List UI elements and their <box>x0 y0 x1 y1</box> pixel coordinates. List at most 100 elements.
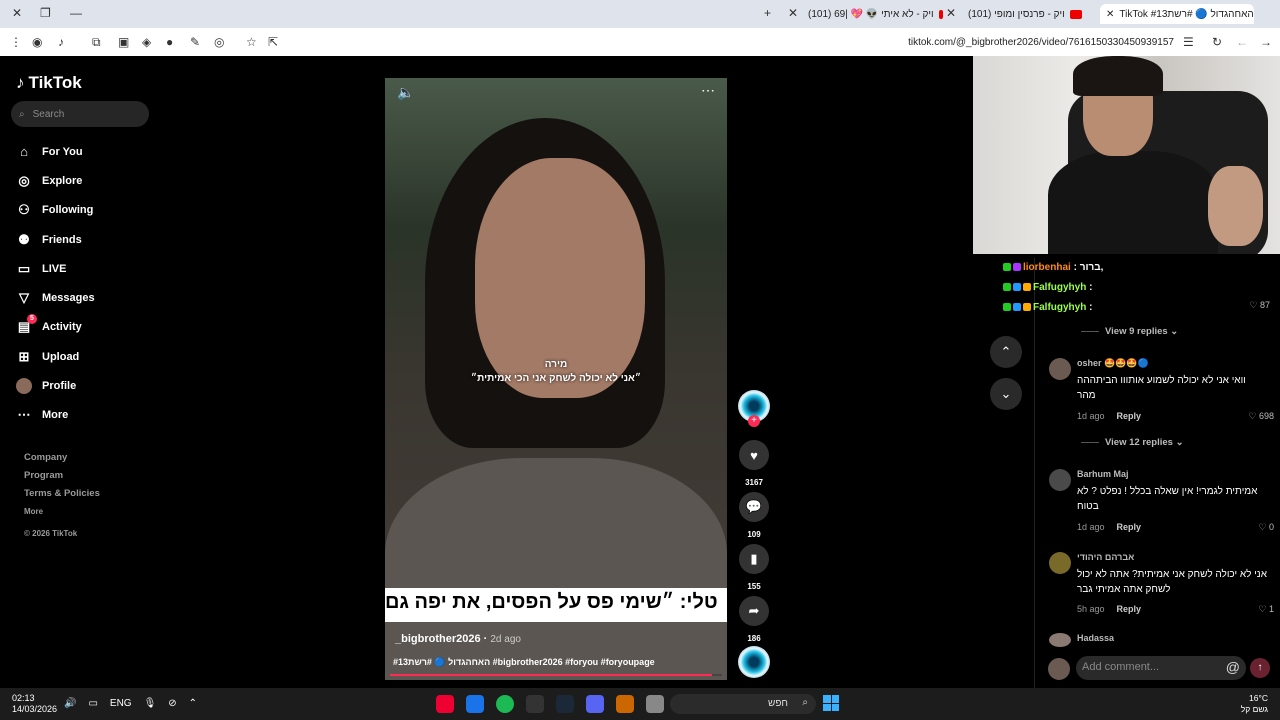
spotify-icon[interactable] <box>496 695 514 713</box>
mention-icon[interactable]: @ <box>1226 659 1240 675</box>
system-clock[interactable]: 02:13 14/03/2026 <box>12 693 57 715</box>
extension-icon[interactable]: ◈ <box>142 35 151 49</box>
extension-icon[interactable]: ✎ <box>190 35 200 49</box>
sidebar-item-messages[interactable]: ▽ Messages <box>16 283 95 312</box>
steam-icon[interactable] <box>556 695 574 713</box>
top-comment-like[interactable]: ♡ 87 <box>1249 300 1270 311</box>
tab-close-icon[interactable]: ✕ <box>788 6 798 20</box>
comment-user[interactable]: Barhum Maj <box>1077 469 1129 479</box>
reply-button[interactable]: Reply <box>1117 522 1142 532</box>
footer-link-more[interactable]: More <box>24 503 100 521</box>
video-author[interactable]: _bigbrother2026 · 2d ago <box>395 633 521 645</box>
sidebar-item-for-you[interactable]: ⌂ For You <box>16 137 95 166</box>
sidebar-item-more[interactable]: ⋯ More <box>16 401 95 430</box>
footer-link-company[interactable]: Company <box>24 449 100 467</box>
more-options-icon[interactable]: ⋯ <box>701 82 715 99</box>
next-video-button[interactable]: ⌄ <box>990 378 1022 410</box>
sidebar-item-live[interactable]: ▭ LIVE <box>16 254 95 283</box>
tiktok-logo[interactable]: ♪ TikTok <box>16 73 82 93</box>
comment-user[interactable]: osher 🤩🤩🤩🔵 <box>1077 358 1149 369</box>
comment-user[interactable]: אברהם היהודי <box>1077 552 1134 562</box>
back-icon[interactable]: → <box>1260 35 1272 49</box>
nav-label: For You <box>42 145 83 158</box>
post-comment-button[interactable]: ↑ <box>1250 658 1270 678</box>
search-input[interactable]: ⌕ Search <box>11 101 149 127</box>
volume-icon[interactable]: 🔈 <box>397 84 414 101</box>
share-page-icon[interactable]: ⇱ <box>268 35 278 49</box>
chrome-icon[interactable] <box>466 695 484 713</box>
file-explorer-icon[interactable] <box>646 695 664 713</box>
view-replies-button[interactable]: View 12 replies ⌄ <box>1081 437 1184 448</box>
network-icon[interactable]: ▭ <box>88 698 97 709</box>
language-indicator[interactable]: ENG <box>110 698 132 709</box>
wifi-off-icon[interactable]: ⊘ <box>168 698 176 709</box>
reply-button[interactable]: Reply <box>1117 411 1142 421</box>
extension-icon[interactable]: ♪ <box>58 35 64 49</box>
music-disc-icon <box>738 646 770 678</box>
tab-close-icon[interactable]: ✕ <box>946 6 956 20</box>
previous-video-button[interactable]: ⌃ <box>990 336 1022 368</box>
terminal-icon[interactable] <box>526 695 544 713</box>
taskbar-search[interactable]: חפש ⌕ <box>670 694 816 714</box>
weather-widget[interactable]: 16°C גשם קל <box>1241 693 1268 715</box>
sidebar-item-explore[interactable]: ◎ Explore <box>16 166 95 195</box>
footer-link-terms[interactable]: Terms & Policies <box>24 485 100 503</box>
comment-like[interactable]: ♡ 0 <box>1258 522 1274 533</box>
avatar[interactable] <box>1049 633 1071 647</box>
avatar[interactable] <box>1049 552 1071 574</box>
discord-icon[interactable] <box>586 695 604 713</box>
comment-button[interactable]: 💬 109 <box>738 492 770 539</box>
windows-start-icon[interactable] <box>823 695 839 711</box>
forward-icon[interactable]: ← <box>1236 35 1248 49</box>
extension-icon[interactable]: ● <box>166 35 173 49</box>
chat-user: Falfugyhyh <box>1033 302 1087 313</box>
comment-user[interactable]: Hadassa <box>1077 633 1114 643</box>
page-settings-icon[interactable]: ☰ <box>1183 35 1194 49</box>
app-icon[interactable] <box>436 695 454 713</box>
new-tab-icon[interactable]: + <box>764 6 771 20</box>
chevron-up-icon[interactable]: ⌃ <box>189 698 197 709</box>
comment-like[interactable]: ♡ 1 <box>1258 604 1274 615</box>
tab-tiktok[interactable]: ✕ TikTok #האחהגדול 🔵 #רשת13 <box>1100 4 1254 24</box>
creator-avatar[interactable]: + <box>738 390 770 427</box>
video-player[interactable]: 🔈 ⋯ מירה ״אני לא יכולה לשחק אני הכי אמית… <box>385 78 727 680</box>
microphone-icon[interactable]: 🎙 <box>144 698 157 709</box>
menu-dots-icon[interactable]: ⋮ <box>10 35 22 49</box>
comment-like[interactable]: ♡ 698 <box>1248 411 1274 422</box>
bookmark-star-icon[interactable]: ☆ <box>246 35 257 49</box>
video-hashtags[interactable]: #האחהגדול 🔵 #רשת13 #bigbrother2026 #fory… <box>393 657 655 668</box>
extension-icon[interactable]: ▣ <box>118 35 129 49</box>
close-window-icon[interactable]: ✕ <box>12 6 22 20</box>
minimize-window-icon[interactable]: — <box>70 6 82 20</box>
avatar[interactable] <box>1049 358 1071 380</box>
save-button[interactable]: ▮ 155 <box>738 544 770 591</box>
sidebar-item-profile[interactable]: Profile <box>16 371 95 400</box>
sidebar-item-upload[interactable]: ⊞ Upload <box>16 342 95 371</box>
like-button[interactable]: ♥ 3167 <box>738 440 770 487</box>
tab-youtube-2[interactable]: (101) ויק - פרנסין ומופי <box>968 4 1093 24</box>
avatar[interactable] <box>1049 469 1071 491</box>
footer-link-program[interactable]: Program <box>24 467 100 485</box>
sound-disc[interactable] <box>738 646 770 678</box>
comments-panel: ♡ 87 View 9 replies ⌄ osher 🤩🤩🤩🔵 וואי אנ… <box>1034 258 1280 688</box>
author-name[interactable]: _bigbrother2026 <box>395 633 481 645</box>
url-field[interactable]: tiktok.com/@_bigbrother2026/video/761615… <box>908 37 1174 48</box>
tab-youtube-1[interactable]: (101) ויק - לא איתי 👽 💖 |69 <box>808 4 943 24</box>
video-progress-bar[interactable] <box>390 674 722 676</box>
view-replies-button[interactable]: View 9 replies ⌄ <box>1081 326 1178 337</box>
sidebar-item-friends[interactable]: ⚉ Friends <box>16 225 95 254</box>
tab-close-icon[interactable]: ✕ <box>1106 9 1114 20</box>
reply-button[interactable]: Reply <box>1117 604 1142 614</box>
extension-icon[interactable]: ◉ <box>32 35 42 49</box>
add-comment-input[interactable]: Add comment... @ <box>1076 656 1246 680</box>
follow-plus-icon[interactable]: + <box>748 415 760 427</box>
sidebar-item-following[interactable]: ⚇ Following <box>16 196 95 225</box>
volume-icon[interactable]: 🔊 <box>64 698 76 709</box>
restore-window-icon[interactable]: ❐ <box>40 6 51 20</box>
share-button[interactable]: ➦ 186 <box>738 596 770 643</box>
reload-icon[interactable]: ↻ <box>1212 35 1222 49</box>
extension-icon[interactable]: ⧉ <box>92 35 101 50</box>
sidebar-item-activity[interactable]: ▤ 5 Activity <box>16 313 95 342</box>
extension-icon[interactable]: ◎ <box>214 35 224 49</box>
app-icon[interactable] <box>616 695 634 713</box>
